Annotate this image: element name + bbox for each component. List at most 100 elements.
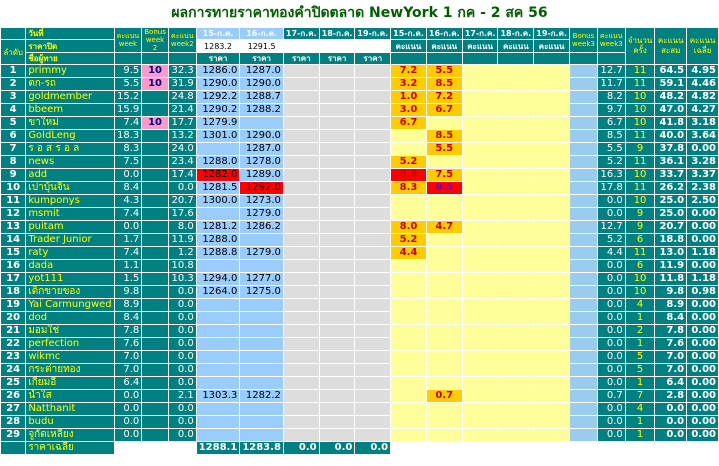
average-price-4: 0.0 — [318, 441, 356, 455]
close-value-1: 1283.2 — [195, 39, 241, 53]
price-label-4: ราคา — [318, 52, 356, 65]
score-week2-cell: 1.2 — [167, 246, 197, 260]
bonus-week2-cell — [141, 168, 169, 182]
count-cell: 11 — [624, 181, 656, 195]
score-cell-5 — [533, 142, 571, 156]
price-cell-5 — [354, 246, 392, 260]
bonus-week2-cell — [141, 181, 169, 195]
score-week-cell: 18.3 — [113, 129, 143, 143]
score-cell-3 — [461, 350, 499, 364]
total-cell: 0.0 — [654, 402, 688, 416]
rank-cell: 14 — [0, 233, 27, 247]
price-cell-1: 1303.3 — [195, 389, 241, 403]
bonus-week3-cell — [569, 324, 598, 338]
table-row: 4 bbeem 15.9 21.4 1290.2 1288.2 3.0 6.7 9.7 10 47.… — [0, 103, 719, 117]
date-header-3: 17-ก.ค. — [282, 27, 320, 40]
price-cell-3 — [282, 168, 320, 182]
score-week-cell: 1.1 — [113, 259, 143, 273]
bonus-week3-cell — [569, 181, 598, 195]
score-week3-cell: 0.0 — [596, 363, 626, 377]
price-cell-5 — [354, 77, 392, 91]
price-cell-2: 1273.0 — [239, 194, 284, 208]
score-week2-cell: 0.0 — [167, 363, 197, 377]
bonus-week2-header: Bonus week 2 — [141, 27, 169, 53]
table-row: 21 มอมใช่ 7.8 0.0 0.0 2 7.8 0.00 — [0, 324, 719, 338]
price-cell-5 — [354, 90, 392, 104]
player-name: puitam — [25, 220, 115, 234]
total-cell: 8.4 — [654, 311, 688, 325]
score-cell-1 — [390, 376, 427, 390]
price-cell-4 — [318, 77, 356, 91]
average-price-row: ราคาเฉลี่ย 1288.1 1283.8 0.0 0.0 0.0 — [0, 441, 719, 455]
close-value-2: 1291.5 — [239, 39, 284, 53]
price-cell-1 — [195, 142, 241, 156]
price-cell-1 — [195, 350, 241, 364]
table-row: 20 dod 8.4 0.0 0.0 1 8.4 0.00 — [0, 311, 719, 325]
score-week-cell: 8.9 — [113, 298, 143, 312]
price-cell-3 — [282, 363, 320, 377]
score-week2-cell: 24.8 — [167, 90, 197, 104]
price-cell-5 — [354, 194, 392, 208]
table-row: 5 ขาใหม่ 7.4 10 17.7 1279.9 6.7 6.7 10 41.8 3.18 — [0, 116, 719, 130]
avg-cell: 0.00 — [686, 376, 719, 390]
price-cell-5 — [354, 311, 392, 325]
score-cell-2 — [425, 363, 463, 377]
total-cell: 37.8 — [654, 142, 688, 156]
score-cell-2 — [425, 272, 463, 286]
score-cell-5 — [533, 64, 571, 78]
price-cell-1: 1290.0 — [195, 77, 241, 91]
score-week3-cell: 0.0 — [596, 272, 626, 286]
player-name: เด็กขายของ — [25, 285, 115, 299]
page-title: ผลการทายราคาทองคำปิดตลาด NewYork 1 กค - … — [171, 5, 548, 21]
total-header: คะแนน สะสม — [654, 27, 688, 65]
score-week2-cell: 17.7 — [167, 116, 197, 130]
price-cell-2: 1288.2 — [239, 103, 284, 117]
price-cell-5 — [354, 155, 392, 169]
price-cell-5 — [354, 220, 392, 234]
price-cell-1: 1301.0 — [195, 129, 241, 143]
score-cell-1: 8.3 — [390, 181, 427, 195]
score-week3-cell: 9.7 — [596, 103, 626, 117]
player-name: ขาใหม่ — [25, 116, 115, 130]
score-week-cell: 0.0 — [113, 389, 143, 403]
score-cell-2: 7.2 — [425, 90, 463, 104]
price-cell-2: 1279.0 — [239, 246, 284, 260]
bonus-week3-cell — [569, 272, 598, 286]
total-cell: 25.0 — [654, 207, 688, 221]
rank-header: ลำดับ — [0, 39, 27, 65]
score-week-cell: 0.0 — [113, 168, 143, 182]
price-cell-3 — [282, 285, 320, 299]
table-row: 10 เปาบุ้นจิ้น 8.4 0.0 1281.5 1292.0 8.3 9.5 17.… — [0, 181, 719, 195]
table-row: 9 add 0.0 17.4 1282.0 1289.0 8.8 7.5 16.3 10 33.7 3… — [0, 168, 719, 182]
total-cell: 9.8 — [654, 285, 688, 299]
player-name: raty — [25, 246, 115, 260]
footer-blank-1 — [113, 441, 197, 455]
avg-cell: 0.00 — [686, 220, 719, 234]
score-cell-2 — [425, 376, 463, 390]
score-cell-3 — [461, 363, 499, 377]
score-week-cell: 0.0 — [113, 402, 143, 416]
avg-cell: 0.00 — [686, 363, 719, 377]
price-cell-2: 1290.0 — [239, 77, 284, 91]
bonus-week2-cell: 10 — [141, 64, 169, 78]
count-cell: 1 — [624, 415, 656, 429]
count-cell: 2 — [624, 324, 656, 338]
price-cell-1: 1281.5 — [195, 181, 241, 195]
bonus-week2-cell — [141, 142, 169, 156]
total-cell: 7.8 — [654, 324, 688, 338]
price-cell-2: 1282.2 — [239, 389, 284, 403]
score-cell-4 — [497, 415, 535, 429]
score-cell-5 — [533, 350, 571, 364]
price-cell-1 — [195, 363, 241, 377]
score-week3-cell: 0.0 — [596, 376, 626, 390]
score-week-cell: 8.3 — [113, 142, 143, 156]
avg-cell: 0.00 — [686, 402, 719, 416]
bonus-week3-cell — [569, 246, 598, 260]
price-cell-1 — [195, 311, 241, 325]
avg-cell: 2.38 — [686, 181, 719, 195]
count-cell: 4 — [624, 298, 656, 312]
score-cell-4 — [497, 402, 535, 416]
close-label: ราคาปิด — [25, 39, 115, 53]
count-cell: 1 — [624, 428, 656, 442]
count-cell: 10 — [624, 285, 656, 299]
